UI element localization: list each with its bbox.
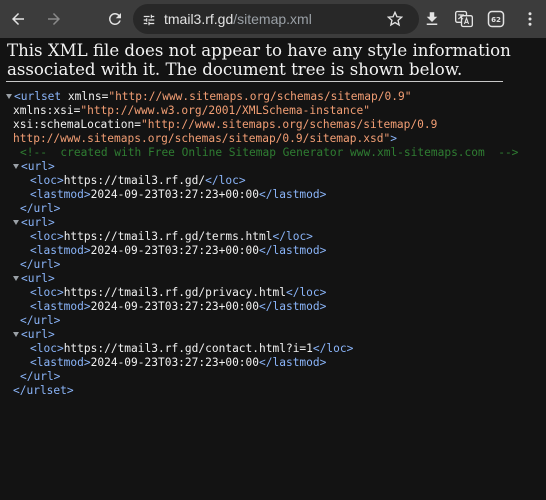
schema-attr-line-2: http://www.sitemaps.org/schemas/sitemap/…	[13, 132, 397, 146]
url-close-line: </url>	[20, 314, 60, 328]
collapse-arrow-icon[interactable]	[13, 332, 19, 337]
lastmod-close-tag: </lastmod>	[259, 244, 327, 257]
loc-line: <loc>https://tmail3.rf.gd/terms.html</lo…	[30, 230, 313, 244]
xmlns-value: "http://www.sitemaps.org/schemas/sitemap…	[108, 90, 412, 103]
browser-toolbar: tmail3.rf.gd/sitemap.xml 62	[0, 0, 546, 38]
lastmod-value: 2024-09-23T03:27:23+00:00	[90, 300, 260, 313]
lastmod-line: <lastmod>2024-09-23T03:27:23+00:00</last…	[30, 356, 326, 370]
url-close-line: </url>	[20, 370, 60, 384]
loc-close-tag: </loc>	[205, 174, 246, 187]
url-open-line[interactable]: <url>	[13, 328, 55, 342]
forward-arrow-icon[interactable]	[42, 7, 66, 31]
loc-line: <loc>https://tmail3.rf.gd/</loc>	[30, 174, 246, 188]
xsi-attr: xmlns:xsi=	[13, 104, 81, 117]
lastmod-close-tag: </lastmod>	[259, 300, 327, 313]
loc-open-tag: <loc>	[30, 342, 64, 355]
url-path: /sitemap.xml	[233, 11, 312, 27]
loc-value: https://tmail3.rf.gd/	[63, 174, 206, 187]
lastmod-value: 2024-09-23T03:27:23+00:00	[90, 356, 260, 369]
lastmod-value: 2024-09-23T03:27:23+00:00	[90, 244, 260, 257]
loc-open-tag: <loc>	[30, 174, 64, 187]
more-vert-icon[interactable]	[518, 7, 542, 31]
xml-info-message: This XML file does not appear to have an…	[7, 41, 511, 79]
loc-open-tag: <loc>	[30, 286, 64, 299]
urlset-bracket: >	[390, 132, 397, 145]
collapse-arrow-icon[interactable]	[13, 276, 19, 281]
urlset-close-tag: </urlset>	[13, 384, 74, 397]
loc-close-tag: </loc>	[285, 286, 327, 299]
schema-value-1: "http://www.sitemaps.org/schemas/sitemap…	[140, 118, 438, 131]
tab-switcher-icon[interactable]: 62	[484, 7, 508, 31]
urlset-close-line: </urlset>	[13, 384, 74, 398]
url-close-tag: </url>	[20, 314, 61, 327]
lastmod-close-tag: </lastmod>	[259, 356, 327, 369]
url-open-line[interactable]: <url>	[13, 272, 55, 286]
url-close-tag: </url>	[20, 370, 61, 383]
url-tag: <url>	[21, 216, 55, 229]
lastmod-close-tag: </lastmod>	[259, 188, 327, 201]
lastmod-open-tag: <lastmod>	[30, 244, 91, 257]
tab-count: 62	[491, 15, 501, 24]
loc-value: https://tmail3.rf.gd/privacy.html	[63, 286, 286, 299]
loc-close-tag: </loc>	[312, 342, 354, 355]
loc-close-tag: </loc>	[272, 230, 313, 243]
xsi-attr-line: xmlns:xsi="http://www.w3.org/2001/XMLSch…	[13, 104, 370, 118]
reload-icon[interactable]	[103, 7, 127, 31]
loc-value: https://tmail3.rf.gd/terms.html	[63, 230, 273, 243]
collapse-arrow-icon[interactable]	[13, 164, 19, 169]
star-icon[interactable]	[386, 10, 404, 31]
urlset-open-line[interactable]: <urlset xmlns="http://www.sitemaps.org/s…	[6, 90, 411, 104]
info-divider	[6, 81, 503, 82]
lastmod-line: <lastmod>2024-09-23T03:27:23+00:00</last…	[30, 244, 326, 258]
url-close-tag: </url>	[20, 258, 61, 271]
lastmod-line: <lastmod>2024-09-23T03:27:23+00:00</last…	[30, 188, 326, 202]
loc-value: https://tmail3.rf.gd/contact.html?i=1	[63, 342, 313, 355]
lastmod-open-tag: <lastmod>	[30, 300, 91, 313]
loc-line: <loc>https://tmail3.rf.gd/privacy.html</…	[30, 286, 326, 300]
address-bar[interactable]: tmail3.rf.gd/sitemap.xml	[133, 4, 419, 34]
url-close-line: </url>	[20, 202, 60, 216]
url-close-tag: </url>	[20, 202, 61, 215]
collapse-arrow-icon[interactable]	[6, 94, 12, 99]
loc-open-tag: <loc>	[30, 230, 64, 243]
schema-attr: xsi:schemaLocation=	[13, 118, 141, 131]
schema-attr-line: xsi:schemaLocation="http://www.sitemaps.…	[13, 118, 437, 132]
xml-comment: <!-- created with Free Online Sitemap Ge…	[20, 146, 519, 159]
url-close-line: </url>	[20, 258, 60, 272]
lastmod-value: 2024-09-23T03:27:23+00:00	[90, 188, 260, 201]
download-icon[interactable]	[420, 7, 444, 31]
url-open-line[interactable]: <url>	[13, 216, 55, 230]
url-tag: <url>	[21, 328, 55, 341]
url-tag: <url>	[21, 272, 55, 285]
url-tag: <url>	[21, 160, 55, 173]
lastmod-open-tag: <lastmod>	[30, 356, 91, 369]
url-open-line[interactable]: <url>	[13, 160, 55, 174]
tune-icon[interactable]	[142, 12, 156, 31]
collapse-arrow-icon[interactable]	[13, 220, 19, 225]
back-arrow-icon[interactable]	[6, 7, 30, 31]
lastmod-open-tag: <lastmod>	[30, 188, 91, 201]
loc-line: <loc>https://tmail3.rf.gd/contact.html?i…	[30, 342, 353, 356]
translate-icon[interactable]	[452, 7, 476, 31]
lastmod-line: <lastmod>2024-09-23T03:27:23+00:00</last…	[30, 300, 326, 314]
xsi-value: "http://www.w3.org/2001/XMLSchema-instan…	[80, 104, 370, 117]
schema-value-2: http://www.sitemaps.org/schemas/sitemap/…	[13, 132, 391, 145]
xml-document: This XML file does not appear to have an…	[0, 38, 546, 500]
url-text: tmail3.rf.gd/sitemap.xml	[164, 11, 312, 27]
urlset-tag: <urlset	[14, 90, 62, 103]
url-host: tmail3.rf.gd	[164, 11, 234, 27]
xmlns-attr: xmlns=	[67, 90, 109, 103]
